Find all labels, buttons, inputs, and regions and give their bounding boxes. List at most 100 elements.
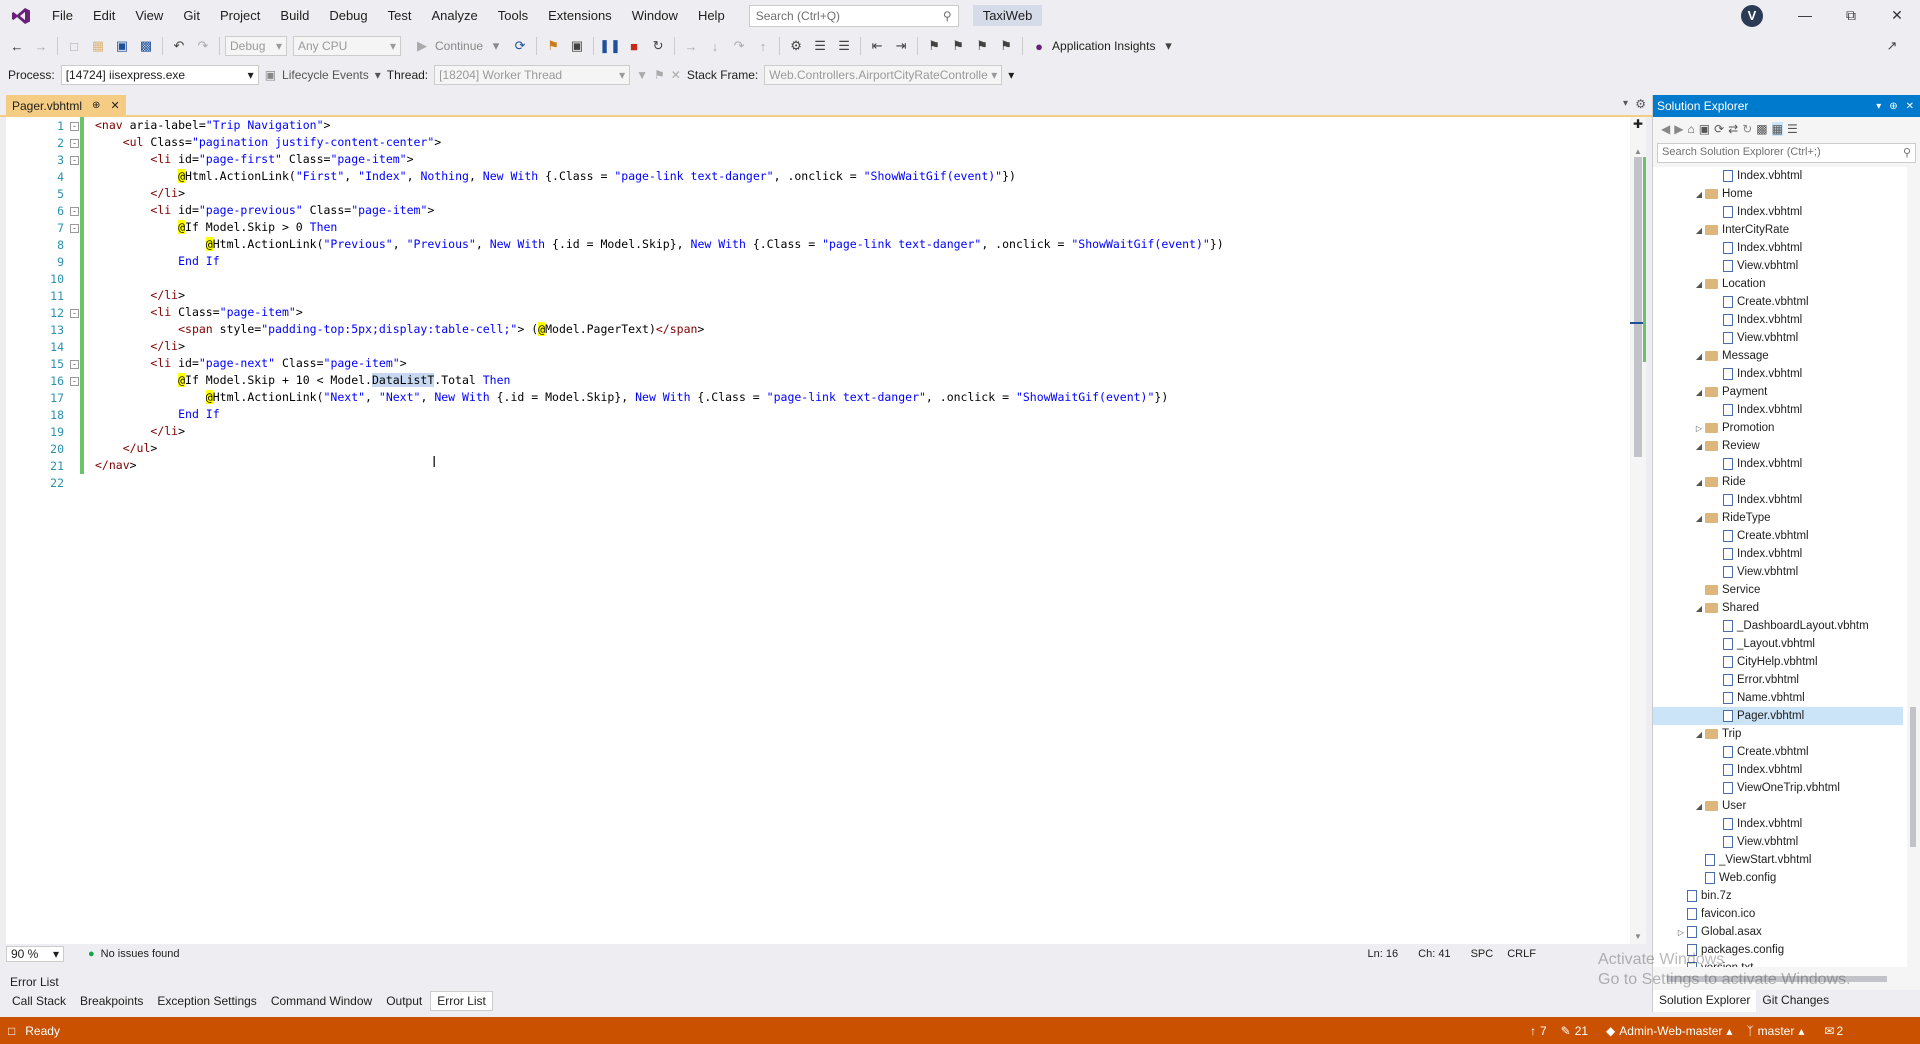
expanded-chevron-icon[interactable]: ◢	[1693, 352, 1705, 361]
code-line[interactable]: </li>	[95, 287, 185, 304]
tree-file[interactable]: View.vbhtml	[1653, 833, 1903, 851]
tab-exception-settings[interactable]: Exception Settings	[151, 992, 262, 1010]
collapsed-chevron-icon[interactable]: ▷	[1675, 928, 1687, 937]
tree-folder[interactable]: ◢ Payment	[1653, 383, 1903, 401]
tree-file[interactable]: Create.vbhtml	[1653, 527, 1903, 545]
tools-icon[interactable]: ✕	[671, 68, 681, 82]
collapse-outline-icon[interactable]: -	[70, 224, 79, 233]
vertical-scrollbar[interactable]: ✚ ▲ ▼	[1630, 117, 1646, 944]
tree-file[interactable]: Create.vbhtml	[1653, 743, 1903, 761]
chevron-down-icon[interactable]: ▾	[1876, 101, 1881, 112]
scroll-down-icon[interactable]: ▼	[1634, 932, 1642, 941]
tree-folder[interactable]: ◢ Ride	[1653, 473, 1903, 491]
menu-window[interactable]: Window	[622, 0, 688, 31]
collapse-outline-icon[interactable]: -	[70, 360, 79, 369]
avatar[interactable]: V	[1741, 5, 1763, 27]
close-icon[interactable]: ✕	[1906, 101, 1914, 112]
comment-icon[interactable]: ☰	[833, 35, 855, 57]
arrow-up-icon[interactable]: ↑	[1530, 1024, 1536, 1038]
restore-icon[interactable]: ⧉	[1828, 0, 1874, 31]
expanded-chevron-icon[interactable]: ◢	[1693, 478, 1705, 487]
code-line[interactable]: End If	[95, 253, 220, 270]
tab-call-stack[interactable]: Call Stack	[6, 992, 72, 1010]
unpushed-commits-count[interactable]: 7	[1540, 1024, 1547, 1038]
tree-file[interactable]: Index.vbhtml	[1653, 167, 1903, 185]
pause-icon[interactable]: ❚❚	[599, 35, 621, 57]
search-input[interactable]: Search (Ctrl+Q) ⚲	[748, 4, 959, 27]
filter-icon[interactable]: ▼	[636, 68, 648, 82]
tree-file[interactable]: Index.vbhtml	[1653, 203, 1903, 221]
close-window-icon[interactable]: ✕	[1874, 0, 1920, 31]
expanded-chevron-icon[interactable]: ◢	[1693, 604, 1705, 613]
tree-file[interactable]: Error.vbhtml	[1653, 671, 1903, 689]
menu-project[interactable]: Project	[210, 0, 270, 31]
redo-icon[interactable]: ↷	[192, 35, 214, 57]
tree-file[interactable]: Index.vbhtml	[1653, 455, 1903, 473]
forward-icon[interactable]: ▶	[1674, 122, 1683, 136]
code-line[interactable]: </li>	[95, 185, 185, 202]
tree-folder[interactable]: ◢ InterCityRate	[1653, 221, 1903, 239]
expanded-chevron-icon[interactable]: ◢	[1693, 514, 1705, 523]
tree-file[interactable]: Create.vbhtml	[1653, 293, 1903, 311]
code-line[interactable]: </li>	[95, 338, 185, 355]
solution-explorer-search-input[interactable]: Search Solution Explorer (Ctrl+;) ⚲	[1657, 143, 1916, 163]
pencil-icon[interactable]: ✎	[1561, 1024, 1571, 1038]
continue-play-icon[interactable]: ▶	[411, 35, 433, 57]
code-line[interactable]: <li id="page-first" Class="page-item">	[95, 151, 413, 168]
tree-folder[interactable]: ◢ Location	[1653, 275, 1903, 293]
code-line[interactable]: </nav>	[95, 457, 137, 474]
step-out-icon[interactable]: ↑	[752, 35, 774, 57]
outdent-icon[interactable]: ⇥	[890, 35, 912, 57]
tree-folder[interactable]: ◢ Home	[1653, 185, 1903, 203]
tab-error-list[interactable]: Error List	[430, 991, 493, 1011]
application-insights-button[interactable]: Application Insights	[1052, 39, 1155, 53]
bookmark-next-icon[interactable]: ⚑	[971, 35, 993, 57]
tree-folder[interactable]: ◢ Trip	[1653, 725, 1903, 743]
tab-solution-explorer[interactable]: Solution Explorer	[1653, 990, 1757, 1012]
tree-file[interactable]: Index.vbhtml	[1653, 239, 1903, 257]
code-line[interactable]: </ul>	[95, 440, 158, 457]
back-icon[interactable]: ←	[6, 35, 28, 57]
notifications-bell-icon[interactable]: ✉	[1824, 1024, 1834, 1038]
code-line[interactable]: @If Model.Skip + 10 < Model.DataListT.To…	[95, 372, 510, 389]
expanded-chevron-icon[interactable]: ◢	[1693, 442, 1705, 451]
code-editor[interactable]: 1 2 3 4 5 6 7 8 9 10 11 12 13 14 15 16 17 18 19 20 21 22 - <na…	[6, 117, 1646, 944]
tree-folder[interactable]: ◢ Message	[1653, 347, 1903, 365]
tree-file[interactable]: _Layout.vbhtml	[1653, 635, 1903, 653]
restart-icon[interactable]: ↻	[647, 35, 669, 57]
tab-command-window[interactable]: Command Window	[265, 992, 378, 1010]
lifecycle-events-button[interactable]: Lifecycle Events	[282, 68, 369, 82]
process-dropdown[interactable]: [14724] iisexpress.exe ▾	[60, 65, 259, 85]
branch-icon[interactable]: ᛉ	[1746, 1024, 1753, 1038]
tab-breakpoints[interactable]: Breakpoints	[74, 992, 149, 1010]
expanded-chevron-icon[interactable]: ◢	[1693, 190, 1705, 199]
tree-vertical-scrollbar[interactable]	[1907, 167, 1919, 967]
tab-output[interactable]: Output	[380, 992, 428, 1010]
expanded-chevron-icon[interactable]: ◢	[1693, 388, 1705, 397]
collapse-outline-icon[interactable]: -	[70, 207, 79, 216]
menu-test[interactable]: Test	[378, 0, 422, 31]
save-all-icon[interactable]: ▩	[135, 35, 157, 57]
tree-file[interactable]: Index.vbhtml	[1653, 491, 1903, 509]
collapse-outline-icon[interactable]: -	[70, 156, 79, 165]
tree-folder[interactable]: ◢ Shared	[1653, 599, 1903, 617]
tree-file[interactable]: Index.vbhtml	[1653, 365, 1903, 383]
code-line[interactable]: <li id="page-previous" Class="page-item"…	[95, 202, 434, 219]
scrollbar-thumb[interactable]	[1634, 157, 1642, 457]
open-folder-icon[interactable]: ▦	[87, 35, 109, 57]
expanded-chevron-icon[interactable]: ◢	[1693, 802, 1705, 811]
back-icon[interactable]: ◀	[1661, 122, 1670, 136]
configuration-dropdown[interactable]: Debug ▾	[225, 36, 287, 56]
tree-file[interactable]: ViewOneTrip.vbhtml	[1653, 779, 1903, 797]
tree-file[interactable]: ▷ Global.asax	[1653, 923, 1903, 941]
tab-git-changes[interactable]: Git Changes	[1756, 990, 1835, 1012]
menu-debug[interactable]: Debug	[319, 0, 377, 31]
tab-list-dropdown-icon[interactable]: ▾	[1623, 98, 1628, 109]
close-icon[interactable]: ✕	[110, 99, 119, 112]
code-line[interactable]: @Html.ActionLink("Previous", "Previous",…	[95, 236, 1224, 253]
tree-file[interactable]: _DashboardLayout.vbhtm	[1653, 617, 1903, 635]
pending-changes-filter-icon[interactable]: ⟳	[1714, 122, 1724, 136]
code-line[interactable]: @If Model.Skip > 0 Then	[95, 219, 337, 236]
bookmark-clear-icon[interactable]: ⚑	[995, 35, 1017, 57]
refresh-icon[interactable]: ⟳	[509, 35, 531, 57]
